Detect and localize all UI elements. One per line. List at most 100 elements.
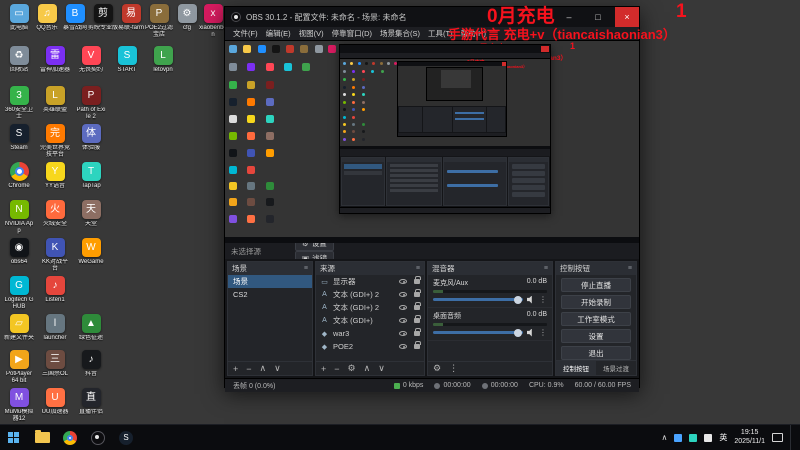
control-button[interactable]: 停止直播 <box>561 278 631 292</box>
channel-options-icon[interactable]: ⋮ <box>539 328 547 337</box>
visibility-eye-icon[interactable] <box>399 344 407 349</box>
desktop-icon[interactable]: 直直播伴侣 <box>76 388 106 416</box>
dock-tab[interactable]: 控制按钮 <box>556 361 596 375</box>
desktop-icon[interactable]: ♫QQ音乐 <box>32 4 62 32</box>
desktop-icon[interactable]: V无畏契约 <box>76 46 106 74</box>
dock-menu-icon[interactable]: ≡ <box>544 265 548 272</box>
obs-titlebar[interactable]: OBS 30.1.2 - 配置文件: 未命名 - 场景: 未命名 – □ × <box>225 7 639 27</box>
close-button[interactable]: × <box>615 7 639 27</box>
lock-icon[interactable] <box>414 318 420 323</box>
volume-slider[interactable] <box>433 298 523 301</box>
clock[interactable]: 19:15 2025/11/1 <box>734 429 765 447</box>
scenes-toolbar-icon[interactable]: + <box>233 364 238 374</box>
mixer-toolbar-icon[interactable]: ⚙ <box>433 363 441 374</box>
lock-icon[interactable] <box>414 279 420 284</box>
show-desktop-button[interactable] <box>790 425 794 450</box>
dock-menu-icon[interactable]: ≡ <box>304 265 308 272</box>
sources-toolbar-icon[interactable]: ∧ <box>364 363 371 374</box>
visibility-eye-icon[interactable] <box>399 331 407 336</box>
desktop-icon[interactable]: PPOE2过滤宝店 <box>144 4 174 39</box>
visibility-eye-icon[interactable] <box>399 305 407 310</box>
desktop-icon[interactable]: 体体验服 <box>76 124 106 152</box>
volume-slider[interactable] <box>433 331 523 334</box>
sources-toolbar-icon[interactable]: ∨ <box>378 363 385 374</box>
desktop-icon[interactable]: SSTART <box>112 46 142 74</box>
minimize-button[interactable]: – <box>557 7 581 27</box>
desktop-icon[interactable]: 易易联-farm <box>116 4 146 32</box>
scene-item[interactable]: 场景 <box>228 275 312 288</box>
desktop-icon[interactable]: 3360安全卫士 <box>4 86 34 121</box>
desktop-icon[interactable]: ▲绿色征途 <box>76 314 106 342</box>
control-button[interactable]: 设置 <box>561 329 631 343</box>
menu-item[interactable]: 帮助(H) <box>457 28 490 39</box>
visibility-eye-icon[interactable] <box>399 292 407 297</box>
taskbar-steam[interactable]: S <box>112 425 140 450</box>
source-item[interactable]: A文本 (GDI+) <box>316 314 424 327</box>
source-item[interactable]: ◆POE2 <box>316 340 424 353</box>
desktop-icon[interactable]: 雷雷神加速器 <box>40 46 70 74</box>
speaker-icon[interactable] <box>527 329 535 337</box>
source-item[interactable]: ◆war3 <box>316 327 424 340</box>
start-button[interactable] <box>0 425 28 450</box>
desktop-icon[interactable]: ◉obs64 <box>4 238 34 266</box>
scenes-toolbar-icon[interactable]: ∧ <box>260 363 267 374</box>
lock-icon[interactable] <box>414 292 420 297</box>
visibility-eye-icon[interactable] <box>399 318 407 323</box>
menu-item[interactable]: 工具(T) <box>424 28 457 39</box>
desktop-icon[interactable]: ▶PotPlayer 64 bit <box>4 350 34 385</box>
desktop-icon[interactable]: UUU加速器 <box>40 388 70 416</box>
desktop-icon[interactable]: ♪Listen1 <box>40 276 70 304</box>
sources-toolbar-icon[interactable]: ⚙ <box>348 363 356 374</box>
action-center-icon[interactable] <box>772 433 783 442</box>
desktop-icon[interactable]: MMuMu模拟器12 <box>4 388 34 423</box>
desktop-icon[interactable]: B暴雪战网 <box>60 4 90 32</box>
lock-icon[interactable] <box>414 331 420 336</box>
desktop-icon[interactable]: 剪剪映专业版 <box>88 4 118 32</box>
source-item[interactable]: A文本 (GDI+) 2 <box>316 288 424 301</box>
desktop-icon[interactable]: 三三国杀OL <box>40 350 70 378</box>
desktop-icon[interactable]: GLogitech G HUB <box>4 276 34 311</box>
taskbar-obs[interactable] <box>84 425 112 450</box>
lock-icon[interactable] <box>414 305 420 310</box>
desktop-icon[interactable]: llauncher <box>40 314 70 342</box>
desktop-icon[interactable]: Chrome <box>4 162 34 190</box>
scene-item[interactable]: CS2 <box>228 288 312 301</box>
menu-item[interactable]: 文件(F) <box>229 28 262 39</box>
desktop-icon[interactable]: 火火绒安全 <box>40 200 70 228</box>
tray-expand-icon[interactable]: ∧ <box>662 433 668 442</box>
lock-icon[interactable] <box>414 344 420 349</box>
desktop-icon[interactable]: PPath of Exile 2 <box>76 86 106 121</box>
desktop-icon[interactable]: ▱新建文件夹 <box>4 314 34 342</box>
desktop-icon[interactable]: ▭此电脑 <box>4 4 34 32</box>
desktop-icon[interactable]: WWeGame <box>76 238 106 266</box>
menu-item[interactable]: 编辑(E) <box>262 28 295 39</box>
desktop-icon[interactable]: TTapTap <box>76 162 106 190</box>
menu-item[interactable]: 停靠窗口(D) <box>328 28 376 39</box>
tray-app-icon[interactable] <box>674 434 682 442</box>
control-button[interactable]: 开始录制 <box>561 295 631 309</box>
sources-toolbar-icon[interactable]: − <box>334 364 339 374</box>
desktop-icon[interactable]: KKK对战平台 <box>40 238 70 273</box>
tray-app-icon[interactable] <box>704 434 712 442</box>
scenes-toolbar-icon[interactable]: − <box>246 364 251 374</box>
desktop-icon[interactable]: NNVIDIA App <box>4 200 34 235</box>
desktop-icon[interactable]: ♻回收站 <box>4 46 34 74</box>
desktop-icon[interactable]: L英雄联盟 <box>40 86 70 114</box>
visibility-eye-icon[interactable] <box>399 279 407 284</box>
desktop-icon[interactable]: ♪抖音 <box>76 350 106 378</box>
maximize-button[interactable]: □ <box>586 7 610 27</box>
taskbar-chrome[interactable] <box>56 425 84 450</box>
language-indicator[interactable]: 英 <box>719 432 727 443</box>
source-item[interactable]: A文本 (GDI+) 2 <box>316 301 424 314</box>
desktop-icon[interactable]: Lletovpn <box>148 46 178 74</box>
desktop-icon[interactable]: 天天堂 <box>76 200 106 228</box>
channel-options-icon[interactable]: ⋮ <box>539 295 547 304</box>
scenes-toolbar-icon[interactable]: ∨ <box>274 363 281 374</box>
menu-item[interactable]: 视图(V) <box>295 28 328 39</box>
desktop-icon[interactable]: SSteam <box>4 124 34 152</box>
taskbar-explorer[interactable] <box>28 425 56 450</box>
control-button[interactable]: 工作室模式 <box>561 312 631 326</box>
sources-toolbar-icon[interactable]: + <box>321 364 326 374</box>
obs-preview-canvas[interactable]: 0月充电 1 手游代言 充电+v（tiancaishaonian3） 0月充电 … <box>225 41 639 243</box>
desktop-icon[interactable]: YYY语音 <box>40 162 70 190</box>
